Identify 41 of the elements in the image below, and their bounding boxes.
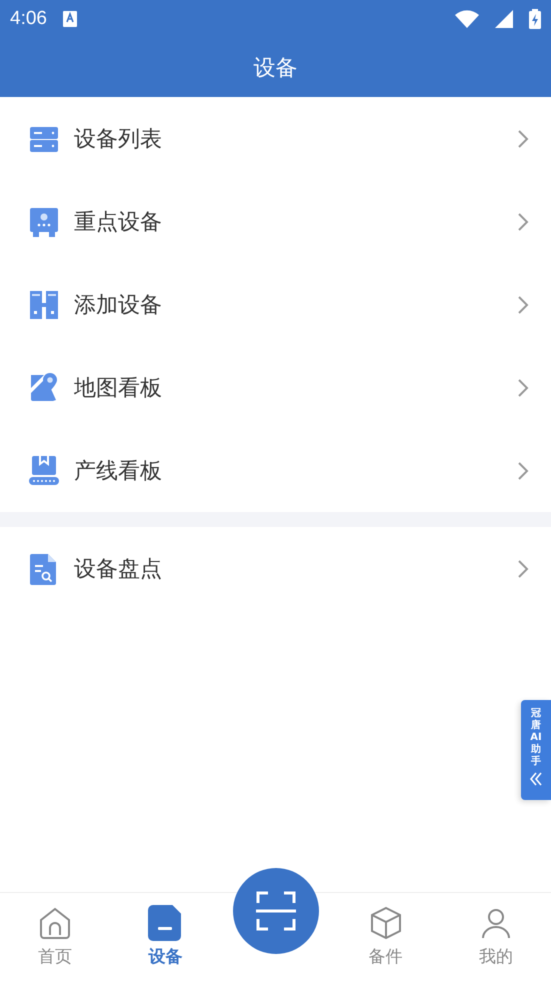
scan-icon <box>256 891 296 931</box>
tab-label: 备件 <box>368 946 403 968</box>
tab-label: 首页 <box>38 946 72 968</box>
page-title: 设备 <box>254 54 298 82</box>
signal-icon <box>495 10 513 28</box>
tab-label: 设备 <box>148 946 182 968</box>
device-icon <box>148 905 182 941</box>
menu-item-label: 产线看板 <box>74 458 163 486</box>
tab-item[interactable]: 首页 <box>0 893 110 968</box>
battery-icon <box>529 9 541 29</box>
menu-item[interactable]: 地图看板 <box>0 346 551 429</box>
cabinet-icon <box>28 288 60 320</box>
menu-item-label: 添加设备 <box>74 292 163 320</box>
menu-item[interactable]: 设备列表 <box>0 97 551 180</box>
double-chevron-left-icon <box>529 772 543 786</box>
status-time: 4:06 <box>10 8 47 30</box>
wifi-icon <box>455 10 479 28</box>
chevron-right-icon <box>517 460 529 480</box>
menu-item-label: 设备列表 <box>74 126 163 154</box>
ai-assistant-tab[interactable]: 冠唐AI助手 <box>521 700 551 800</box>
menu-item[interactable]: 添加设备 <box>0 263 551 346</box>
safe-icon <box>28 206 60 238</box>
tab-item[interactable]: 我的 <box>440 893 551 968</box>
conveyor-icon <box>28 454 60 486</box>
chevron-right-icon <box>517 294 529 314</box>
menu-item[interactable]: 设备盘点 <box>0 527 551 610</box>
chevron-right-icon <box>517 558 529 578</box>
menu-item-label: 设备盘点 <box>74 556 163 584</box>
chevron-right-icon <box>517 378 529 398</box>
map-pin-icon <box>28 372 60 404</box>
tab-label: 我的 <box>478 946 513 968</box>
menu-item-label: 地图看板 <box>74 374 163 402</box>
chevron-right-icon <box>517 212 529 232</box>
ai-assistant-label: 冠唐AI助手 <box>530 708 542 768</box>
menu-item[interactable]: 重点设备 <box>0 180 551 263</box>
menu-item[interactable]: 产线看板 <box>0 429 551 512</box>
chevron-right-icon <box>517 128 529 148</box>
tab-item[interactable]: 设备 <box>110 893 220 968</box>
keyboard-notification-icon <box>62 11 77 27</box>
tab-item[interactable]: 备件 <box>330 893 441 968</box>
menu-item-label: 重点设备 <box>74 208 163 236</box>
